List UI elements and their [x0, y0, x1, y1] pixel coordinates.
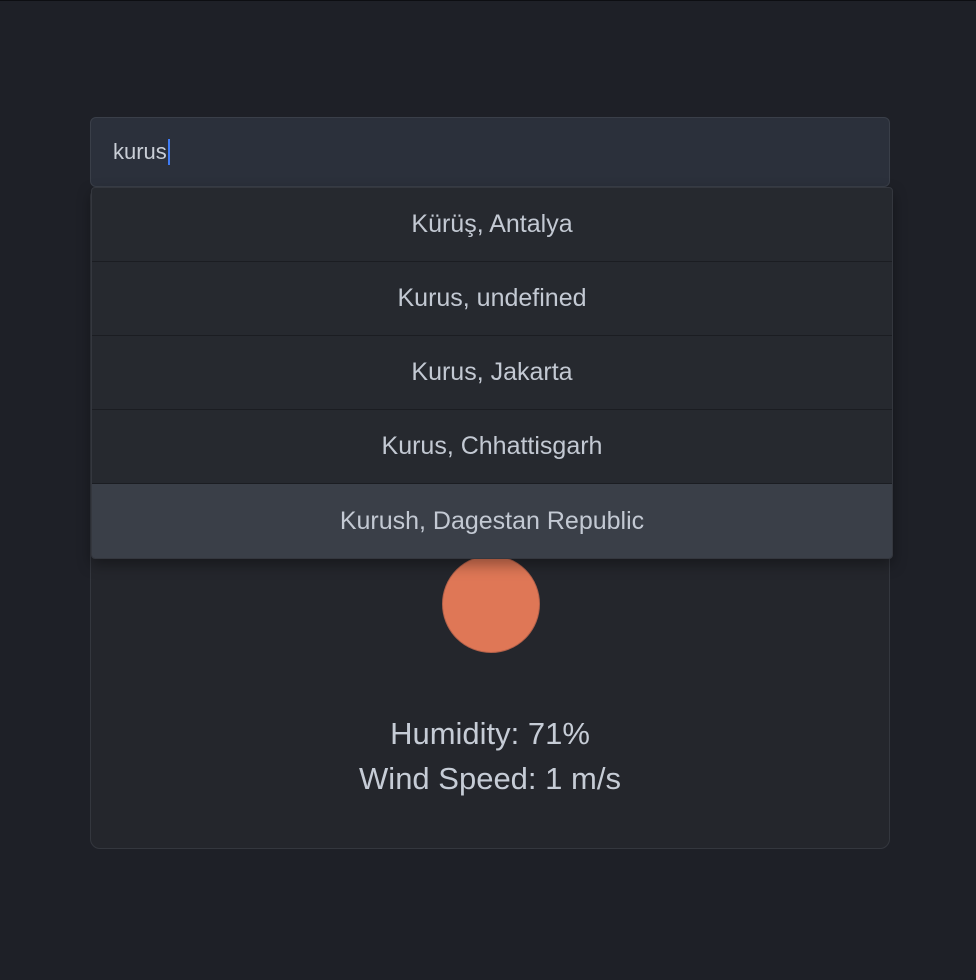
text-caret	[167, 139, 170, 165]
suggestion-item-highlighted[interactable]: Kurush, Dagestan Republic	[92, 484, 892, 558]
search-input-value: kurus	[113, 139, 167, 164]
suggestion-item[interactable]: Kurus, Chhattisgarh	[92, 410, 892, 484]
suggestion-item[interactable]: Kurus, Jakarta	[92, 336, 892, 410]
suggestion-item[interactable]: Kurus, undefined	[92, 262, 892, 336]
city-search-input[interactable]: kurus	[90, 117, 890, 187]
suggestions-dropdown: Kürüş, Antalya Kurus, undefined Kurus, J…	[91, 187, 893, 559]
humidity-text: Humidity: 71%	[390, 716, 590, 751]
suggestion-item[interactable]: Kürüş, Antalya	[92, 188, 892, 262]
sun-icon	[442, 555, 540, 653]
wind-speed-text: Wind Speed: 1 m/s	[359, 761, 621, 796]
weather-app: kurus Humidity: 71% Wind Speed: 1 m/s Kü…	[90, 117, 893, 849]
